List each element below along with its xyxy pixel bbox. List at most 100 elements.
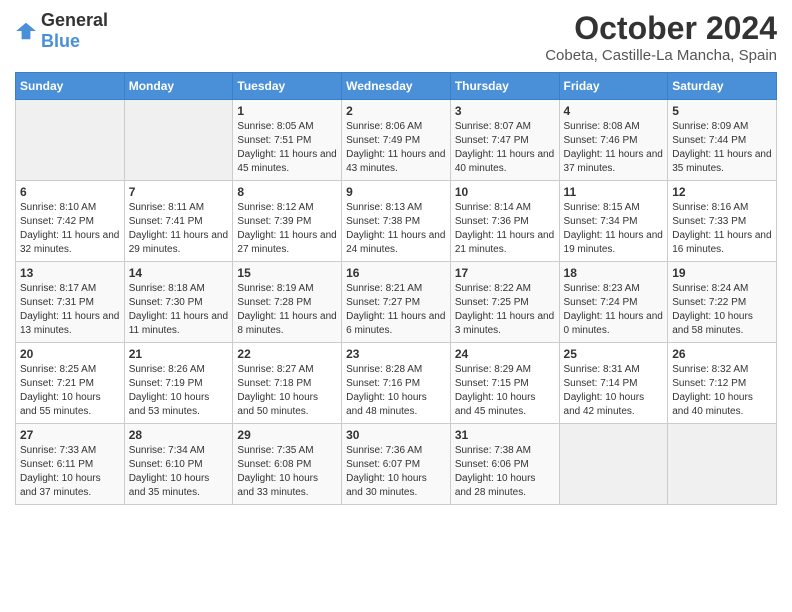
calendar-cell: 16 Sunrise: 8:21 AM Sunset: 7:27 PM Dayli… bbox=[342, 262, 451, 343]
day-number: 20 bbox=[20, 347, 120, 361]
day-info: Sunrise: 7:35 AM Sunset: 6:08 PM Dayligh… bbox=[237, 444, 337, 500]
calendar-cell: 31Sunrise: 7:38 AM Sunset: 6:06 PM Dayli… bbox=[450, 424, 559, 505]
day-info: Sunrise: 8:15 AM Sunset: 7:34 PM Dayligh… bbox=[564, 201, 664, 257]
day-info: Sunrise: 8:28 AM Sunset: 7:16 PM Dayligh… bbox=[346, 363, 446, 419]
calendar-cell: 1 Sunrise: 8:05 AM Sunset: 7:51 PM Daylig… bbox=[233, 100, 342, 181]
day-number: 10 bbox=[455, 185, 555, 199]
calendar-cell bbox=[559, 424, 668, 505]
day-number: 29 bbox=[237, 428, 337, 442]
calendar-cell: 23 Sunrise: 8:28 AM Sunset: 7:16 PM Dayli… bbox=[342, 343, 451, 424]
calendar-cell: 24Sunrise: 8:29 AM Sunset: 7:15 PM Dayli… bbox=[450, 343, 559, 424]
calendar-cell: 28 Sunrise: 7:34 AM Sunset: 6:10 PM Dayli… bbox=[124, 424, 233, 505]
day-header-tuesday: Tuesday bbox=[233, 73, 342, 100]
day-number: 19 bbox=[672, 266, 772, 280]
day-info: Sunrise: 8:09 AM Sunset: 7:44 PM Dayligh… bbox=[672, 120, 772, 176]
day-number: 21 bbox=[129, 347, 229, 361]
day-info: Sunrise: 8:08 AM Sunset: 7:46 PM Dayligh… bbox=[564, 120, 664, 176]
day-number: 17 bbox=[455, 266, 555, 280]
logo: General Blue bbox=[15, 10, 108, 52]
day-info: Sunrise: 8:10 AM Sunset: 7:42 PM Dayligh… bbox=[20, 201, 120, 257]
day-header-saturday: Saturday bbox=[668, 73, 777, 100]
day-info: Sunrise: 8:26 AM Sunset: 7:19 PM Dayligh… bbox=[129, 363, 229, 419]
day-number: 28 bbox=[129, 428, 229, 442]
day-info: Sunrise: 8:31 AM Sunset: 7:14 PM Dayligh… bbox=[564, 363, 664, 419]
calendar-cell: 7 Sunrise: 8:11 AM Sunset: 7:41 PM Daylig… bbox=[124, 181, 233, 262]
calendar-cell: 8Sunrise: 8:12 AM Sunset: 7:39 PM Daylig… bbox=[233, 181, 342, 262]
day-header-monday: Monday bbox=[124, 73, 233, 100]
calendar-cell: 15 Sunrise: 8:19 AM Sunset: 7:28 PM Dayli… bbox=[233, 262, 342, 343]
day-number: 16 bbox=[346, 266, 446, 280]
day-header-sunday: Sunday bbox=[16, 73, 125, 100]
day-info: Sunrise: 8:29 AM Sunset: 7:15 PM Dayligh… bbox=[455, 363, 555, 419]
calendar-cell bbox=[16, 100, 125, 181]
day-number: 26 bbox=[672, 347, 772, 361]
day-number: 23 bbox=[346, 347, 446, 361]
week-row-3: 13Sunrise: 8:17 AM Sunset: 7:31 PM Dayli… bbox=[16, 262, 777, 343]
calendar-cell: 14Sunrise: 8:18 AM Sunset: 7:30 PM Dayli… bbox=[124, 262, 233, 343]
logo-icon bbox=[15, 20, 37, 42]
day-header-wednesday: Wednesday bbox=[342, 73, 451, 100]
calendar-cell: 3 Sunrise: 8:07 AM Sunset: 7:47 PM Daylig… bbox=[450, 100, 559, 181]
calendar-cell: 26 Sunrise: 8:32 AM Sunset: 7:12 PM Dayli… bbox=[668, 343, 777, 424]
day-number: 4 bbox=[564, 104, 664, 118]
calendar-cell: 20 Sunrise: 8:25 AM Sunset: 7:21 PM Dayli… bbox=[16, 343, 125, 424]
day-number: 6 bbox=[20, 185, 120, 199]
week-row-5: 27 Sunrise: 7:33 AM Sunset: 6:11 PM Dayli… bbox=[16, 424, 777, 505]
week-row-2: 6 Sunrise: 8:10 AM Sunset: 7:42 PM Daylig… bbox=[16, 181, 777, 262]
calendar-cell: 27 Sunrise: 7:33 AM Sunset: 6:11 PM Dayli… bbox=[16, 424, 125, 505]
day-number: 1 bbox=[237, 104, 337, 118]
day-info: Sunrise: 8:05 AM Sunset: 7:51 PM Dayligh… bbox=[237, 120, 337, 176]
day-info: Sunrise: 8:14 AM Sunset: 7:36 PM Dayligh… bbox=[455, 201, 555, 257]
calendar-cell bbox=[668, 424, 777, 505]
page-header: General Blue October 2024 Cobeta, Castil… bbox=[15, 10, 777, 64]
day-header-friday: Friday bbox=[559, 73, 668, 100]
calendar-cell: 21 Sunrise: 8:26 AM Sunset: 7:19 PM Dayli… bbox=[124, 343, 233, 424]
day-info: Sunrise: 8:19 AM Sunset: 7:28 PM Dayligh… bbox=[237, 282, 337, 338]
day-info: Sunrise: 8:22 AM Sunset: 7:25 PM Dayligh… bbox=[455, 282, 555, 338]
logo-general: General bbox=[41, 10, 108, 30]
day-number: 8 bbox=[237, 185, 337, 199]
day-info: Sunrise: 8:25 AM Sunset: 7:21 PM Dayligh… bbox=[20, 363, 120, 419]
day-info: Sunrise: 7:38 AM Sunset: 6:06 PM Dayligh… bbox=[455, 444, 555, 500]
day-number: 15 bbox=[237, 266, 337, 280]
days-header-row: SundayMondayTuesdayWednesdayThursdayFrid… bbox=[16, 73, 777, 100]
day-info: Sunrise: 7:33 AM Sunset: 6:11 PM Dayligh… bbox=[20, 444, 120, 500]
day-number: 13 bbox=[20, 266, 120, 280]
calendar-cell: 11Sunrise: 8:15 AM Sunset: 7:34 PM Dayli… bbox=[559, 181, 668, 262]
day-info: Sunrise: 7:36 AM Sunset: 6:07 PM Dayligh… bbox=[346, 444, 446, 500]
day-info: Sunrise: 8:11 AM Sunset: 7:41 PM Dayligh… bbox=[129, 201, 229, 257]
day-info: Sunrise: 8:32 AM Sunset: 7:12 PM Dayligh… bbox=[672, 363, 772, 419]
calendar-cell: 2Sunrise: 8:06 AM Sunset: 7:49 PM Daylig… bbox=[342, 100, 451, 181]
day-info: Sunrise: 8:06 AM Sunset: 7:49 PM Dayligh… bbox=[346, 120, 446, 176]
day-number: 27 bbox=[20, 428, 120, 442]
day-info: Sunrise: 8:07 AM Sunset: 7:47 PM Dayligh… bbox=[455, 120, 555, 176]
calendar-cell: 12Sunrise: 8:16 AM Sunset: 7:33 PM Dayli… bbox=[668, 181, 777, 262]
day-number: 25 bbox=[564, 347, 664, 361]
day-number: 7 bbox=[129, 185, 229, 199]
calendar-cell: 18 Sunrise: 8:23 AM Sunset: 7:24 PM Dayli… bbox=[559, 262, 668, 343]
calendar-cell: 6 Sunrise: 8:10 AM Sunset: 7:42 PM Daylig… bbox=[16, 181, 125, 262]
calendar-cell: 30 Sunrise: 7:36 AM Sunset: 6:07 PM Dayli… bbox=[342, 424, 451, 505]
calendar-cell: 13Sunrise: 8:17 AM Sunset: 7:31 PM Dayli… bbox=[16, 262, 125, 343]
day-number: 3 bbox=[455, 104, 555, 118]
calendar-cell: 9 Sunrise: 8:13 AM Sunset: 7:38 PM Daylig… bbox=[342, 181, 451, 262]
day-info: Sunrise: 7:34 AM Sunset: 6:10 PM Dayligh… bbox=[129, 444, 229, 500]
day-info: Sunrise: 8:21 AM Sunset: 7:27 PM Dayligh… bbox=[346, 282, 446, 338]
title-area: October 2024 Cobeta, Castille-La Mancha,… bbox=[545, 10, 777, 64]
location-title: Cobeta, Castille-La Mancha, Spain bbox=[545, 47, 777, 64]
week-row-4: 20 Sunrise: 8:25 AM Sunset: 7:21 PM Dayli… bbox=[16, 343, 777, 424]
day-number: 12 bbox=[672, 185, 772, 199]
day-info: Sunrise: 8:13 AM Sunset: 7:38 PM Dayligh… bbox=[346, 201, 446, 257]
calendar-cell: 22 Sunrise: 8:27 AM Sunset: 7:18 PM Dayli… bbox=[233, 343, 342, 424]
day-number: 9 bbox=[346, 185, 446, 199]
day-number: 30 bbox=[346, 428, 446, 442]
month-title: October 2024 bbox=[545, 10, 777, 47]
logo-blue: Blue bbox=[41, 31, 80, 51]
day-number: 22 bbox=[237, 347, 337, 361]
day-header-thursday: Thursday bbox=[450, 73, 559, 100]
day-info: Sunrise: 8:27 AM Sunset: 7:18 PM Dayligh… bbox=[237, 363, 337, 419]
day-info: Sunrise: 8:18 AM Sunset: 7:30 PM Dayligh… bbox=[129, 282, 229, 338]
day-number: 18 bbox=[564, 266, 664, 280]
day-info: Sunrise: 8:23 AM Sunset: 7:24 PM Dayligh… bbox=[564, 282, 664, 338]
calendar-cell: 29 Sunrise: 7:35 AM Sunset: 6:08 PM Dayli… bbox=[233, 424, 342, 505]
